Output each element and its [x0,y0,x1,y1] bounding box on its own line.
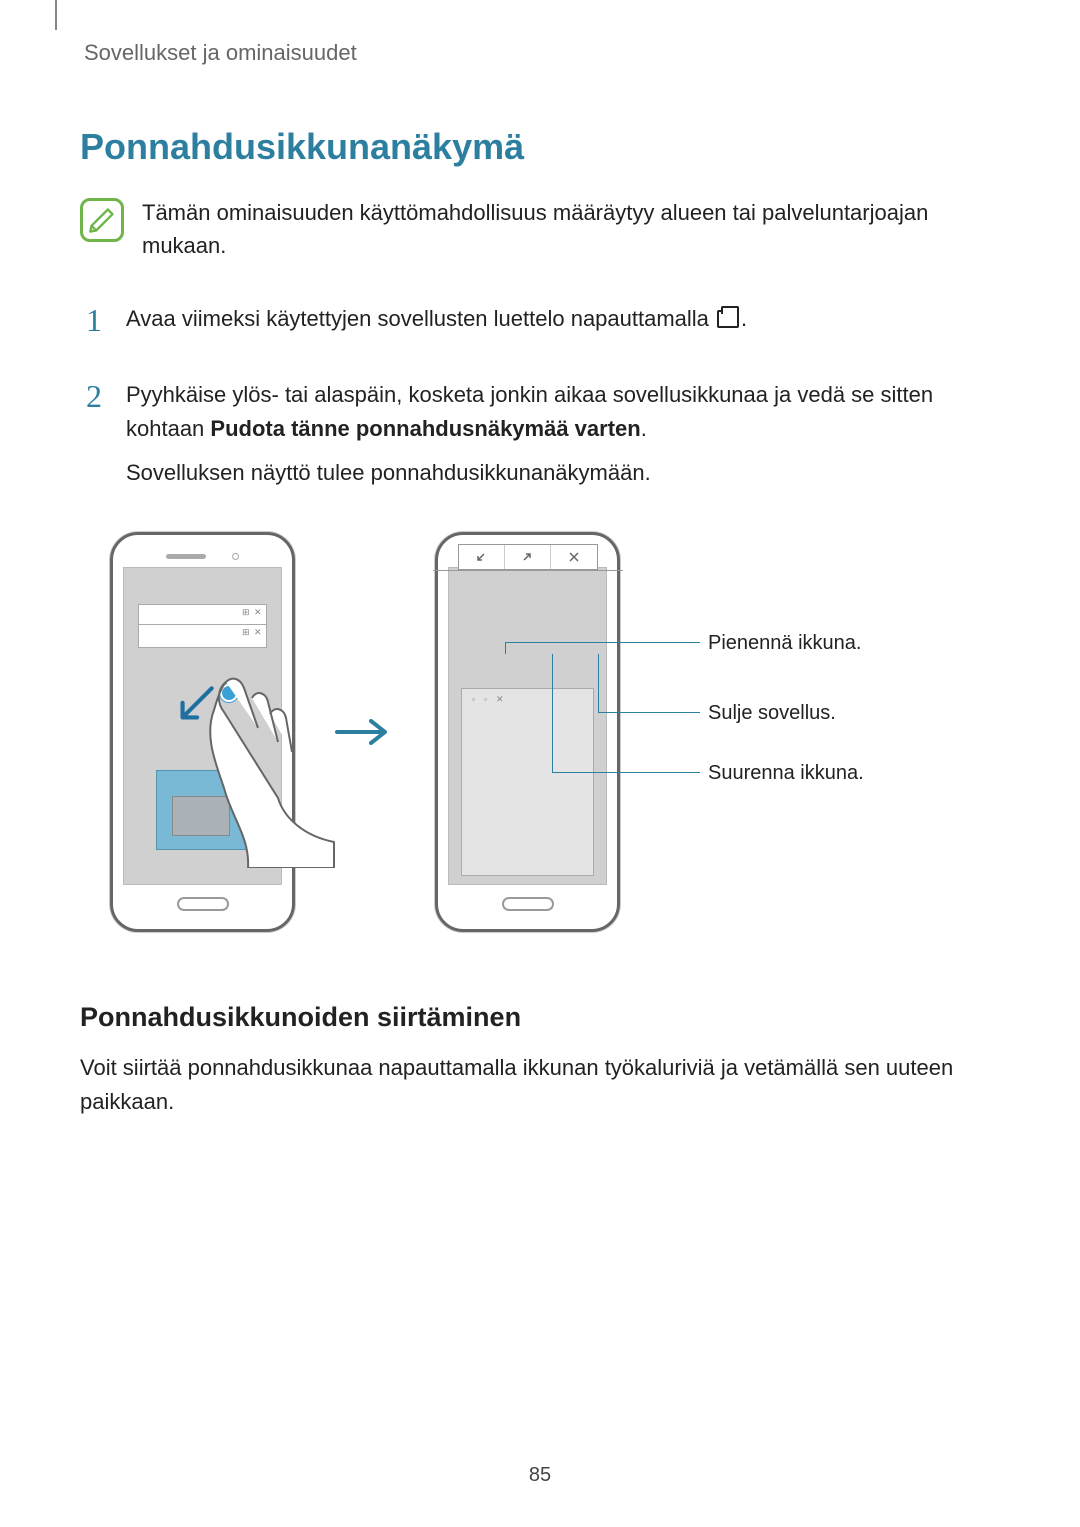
step-2-bold: Pudota tänne ponnahdusnäkymää varten [210,416,640,441]
home-button-icon [177,897,229,911]
speaker-icon [166,554,206,559]
step-2-line2: Sovelluksen näyttö tulee ponnahdusikkuna… [126,456,1000,490]
home-button-icon [502,897,554,911]
recent-apps-icon [717,310,739,328]
callout-line [505,642,700,643]
card-split-icon: ⊞ [242,608,250,616]
phone-screen: ▫ ▫ ✕ [448,567,607,885]
step-1-text-b: . [741,306,747,331]
callout-line [505,642,506,654]
handle-icon: ▫ [472,695,480,703]
phone-home [448,891,607,917]
figure: ⊞ ✕ ⊞ ✕ [110,532,1000,932]
step-body: Pyyhkäise ylös- tai alaspäin, kosketa jo… [126,378,1000,500]
phone-home [123,891,282,917]
callout-close: Sulje sovellus. [708,702,836,725]
callout-line [552,772,700,773]
phone-screen: ⊞ ✕ ⊞ ✕ [123,567,282,885]
dragged-card [172,796,230,836]
card-close-icon: ✕ [254,608,262,616]
callout-line [598,712,700,713]
popup-minimize-button [459,545,504,569]
section-heading: Ponnahdusikkunoiden siirtäminen [80,1002,1000,1033]
step-2: 2 Pyyhkäise ylös- tai alaspäin, kosketa … [80,378,1000,500]
callout-maximize: Suurenna ikkuna. [708,762,864,785]
step-number: 2 [80,380,108,412]
callout-group: Pienennä ikkuna. Sulje sovellus. Suurenn… [660,532,1000,932]
breadcrumb: Sovellukset ja ominaisuudet [84,40,1000,66]
phone-illustration-drag: ⊞ ✕ ⊞ ✕ [110,532,295,932]
page-content: Sovellukset ja ominaisuudet Ponnahdusikk… [0,0,1080,1120]
phone-top [123,545,282,567]
popup-toolbar [458,544,598,570]
recent-card: ⊞ ✕ [138,624,267,648]
pencil-note-icon [80,198,124,242]
callout-minimize: Pienennä ikkuna. [708,632,861,655]
step-1: 1 Avaa viimeksi käytettyjen sovellusten … [80,302,1000,346]
step-1-text-a: Avaa viimeksi käytettyjen sovellusten lu… [126,306,715,331]
page-corner-mark [55,0,57,30]
handle-close-icon: ✕ [496,695,504,703]
arrow-right-icon [335,717,395,747]
note-text: Tämän ominaisuuden käyttömahdollisuus mä… [142,196,1000,262]
touch-point-icon [220,684,238,702]
card-close-icon: ✕ [254,628,262,636]
handle-icon: ▫ [484,695,492,703]
note-block: Tämän ominaisuuden käyttömahdollisuus mä… [80,196,1000,262]
popup-maximize-button [504,545,550,569]
callout-line [598,654,599,712]
popup-close-button [550,545,596,569]
camera-icon [232,553,239,560]
phone-illustration-popup: ▫ ▫ ✕ [435,532,620,932]
page-number: 85 [0,1464,1080,1487]
drag-arrow-icon [168,680,220,732]
page-title: Ponnahdusikkunanäkymä [80,126,1000,168]
popup-window: ▫ ▫ ✕ [461,688,594,876]
callout-line [552,654,553,772]
step-body: Avaa viimeksi käytettyjen sovellusten lu… [126,302,1000,346]
popup-handle-icons: ▫ ▫ ✕ [472,695,504,703]
section-body: Voit siirtää ponnahdusikkunaa napauttama… [80,1051,1000,1119]
card-split-icon: ⊞ [242,628,250,636]
step-number: 1 [80,304,108,336]
step-2-end: . [641,416,647,441]
